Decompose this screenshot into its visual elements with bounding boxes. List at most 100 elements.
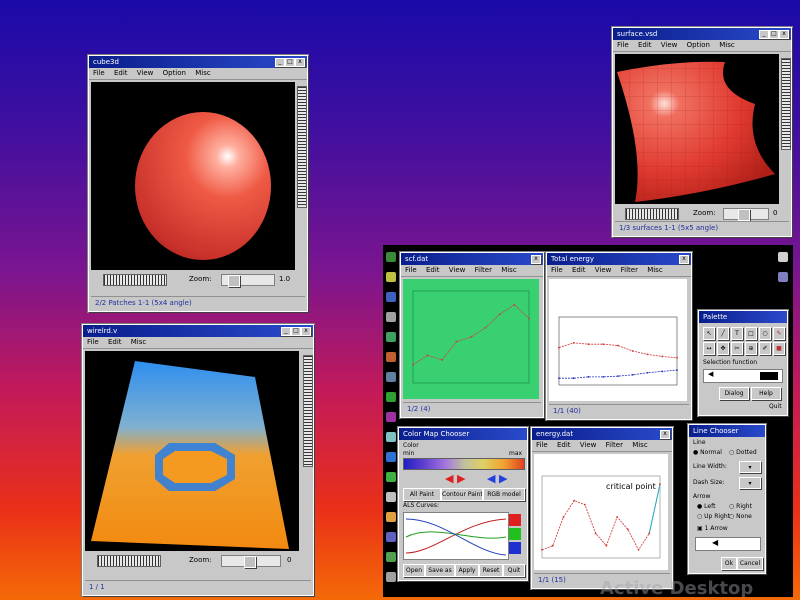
menu-edit[interactable]: Edit: [557, 441, 571, 449]
red-channel-swatch[interactable]: [509, 514, 521, 526]
menu-view[interactable]: View: [595, 266, 612, 274]
close-button[interactable]: x: [679, 255, 689, 264]
zoom-ruler[interactable]: [103, 274, 167, 286]
dialog-button[interactable]: Dialog: [719, 387, 749, 400]
cancel-button[interactable]: Cancel: [737, 557, 763, 570]
window-line-chooser[interactable]: Line Chooser Line ● Normal ○ Dotted Line…: [688, 424, 766, 574]
quit-label[interactable]: Quit: [769, 403, 782, 410]
desktop-icon[interactable]: [386, 492, 396, 502]
maximize-button[interactable]: □: [285, 58, 295, 67]
close-button[interactable]: x: [295, 58, 305, 67]
desktop-icon[interactable]: [386, 412, 396, 422]
desktop-icon[interactable]: [778, 252, 788, 262]
desktop-icon[interactable]: [386, 572, 396, 582]
title-bar[interactable]: cube3d _ □ x: [89, 56, 307, 68]
canvas-3d[interactable]: [91, 82, 295, 270]
menu-option[interactable]: Option: [687, 41, 710, 49]
quit-button[interactable]: Quit: [503, 564, 525, 577]
window-critical-plot[interactable]: energy.dat x File Edit View Filter Misc …: [531, 427, 673, 589]
menu-filter[interactable]: Filter: [475, 266, 492, 274]
minimize-button[interactable]: _: [759, 30, 769, 39]
tool-select-icon[interactable]: ↖: [703, 327, 715, 340]
dash-size-select[interactable]: ▾: [739, 477, 761, 489]
window-cube3d[interactable]: cube3d _ □ x File Edit View Option Misc …: [88, 55, 308, 312]
plot-area[interactable]: [403, 279, 539, 399]
close-button[interactable]: x: [301, 327, 311, 336]
save-as-button[interactable]: Save as: [425, 564, 455, 577]
menu-option[interactable]: Option: [163, 69, 186, 77]
window-colormap[interactable]: Color Map Chooser Color min max ◀ ▶ ◀ ▶ …: [398, 427, 528, 581]
open-button[interactable]: Open: [403, 564, 425, 577]
menu-misc[interactable]: Misc: [501, 266, 516, 274]
minimize-button[interactable]: _: [275, 58, 285, 67]
menu-file[interactable]: File: [87, 338, 99, 346]
window-white-plot[interactable]: Total energy x File Edit View Filter Mis…: [546, 252, 692, 420]
menu-misc[interactable]: Misc: [632, 441, 647, 449]
ok-button[interactable]: Ok: [721, 557, 737, 570]
menu-view[interactable]: View: [449, 266, 466, 274]
radio-arrow-up-right[interactable]: ○ Up Right: [697, 513, 730, 520]
vertical-scroll-ruler[interactable]: [303, 355, 313, 467]
tool-pen-icon[interactable]: ✐: [759, 342, 771, 355]
menu-edit[interactable]: Edit: [638, 41, 652, 49]
menu-misc[interactable]: Misc: [131, 338, 146, 346]
desktop-icon[interactable]: [386, 272, 396, 282]
zoom-ruler[interactable]: [625, 208, 679, 220]
title-bar[interactable]: energy.dat x: [532, 428, 672, 440]
close-button[interactable]: x: [779, 30, 789, 39]
menu-filter[interactable]: Filter: [621, 266, 638, 274]
window-wirelrd[interactable]: wirelrd.v _ □ x File Edit Misc Zoom: 0 1…: [82, 324, 314, 596]
title-bar[interactable]: Line Chooser: [689, 425, 765, 437]
desktop-icon[interactable]: [386, 532, 396, 542]
vertical-scroll-ruler[interactable]: [297, 86, 307, 208]
radio-arrow-left[interactable]: ● Left: [697, 503, 715, 510]
title-bar[interactable]: Palette: [699, 311, 787, 323]
zoom-ruler[interactable]: [97, 555, 161, 567]
tool-cut-icon[interactable]: ✂: [731, 342, 743, 355]
tool-fill-icon[interactable]: ✎: [773, 327, 785, 340]
title-bar[interactable]: Color Map Chooser: [399, 428, 527, 440]
menu-edit[interactable]: Edit: [114, 69, 128, 77]
zoom-slider[interactable]: [221, 274, 275, 287]
menu-edit[interactable]: Edit: [426, 266, 440, 274]
green-channel-swatch[interactable]: [509, 528, 521, 540]
desktop-icon[interactable]: [386, 472, 396, 482]
desktop-icon[interactable]: [386, 352, 396, 362]
desktop-icon[interactable]: [386, 292, 396, 302]
menu-edit[interactable]: Edit: [572, 266, 586, 274]
window-surface[interactable]: surface.vsd _ □ x File Edit View Option …: [612, 27, 792, 237]
reset-button[interactable]: Reset: [479, 564, 503, 577]
selection-field[interactable]: ◀: [703, 369, 783, 383]
tool-circle-icon[interactable]: ○: [759, 327, 771, 340]
desktop-icon[interactable]: [386, 392, 396, 402]
desktop-icon[interactable]: [386, 432, 396, 442]
zoom-slider[interactable]: [221, 555, 281, 568]
desktop-icon[interactable]: [778, 272, 788, 282]
plot-area[interactable]: [549, 279, 687, 401]
tab-contour-paint[interactable]: Contour Paint: [441, 488, 483, 501]
tool-color-icon[interactable]: ■: [773, 342, 785, 355]
title-bar[interactable]: surface.vsd _ □ x: [613, 28, 791, 40]
curve-editor[interactable]: [403, 512, 509, 560]
radio-arrow-right[interactable]: ○ Right: [729, 503, 752, 510]
title-bar[interactable]: scf.dat x: [401, 253, 543, 265]
tool-arrow-icon[interactable]: ↔: [703, 342, 715, 355]
tab-all-paint[interactable]: All Paint: [403, 488, 441, 501]
maximize-button[interactable]: □: [769, 30, 779, 39]
close-button[interactable]: x: [660, 430, 670, 439]
desktop-icon[interactable]: [386, 332, 396, 342]
canvas-3d[interactable]: [615, 54, 779, 204]
radio-arrow-none[interactable]: ○ None: [729, 513, 752, 520]
menu-view[interactable]: View: [580, 441, 597, 449]
arrow-count-option[interactable]: ▣ 1 Arrow: [697, 525, 728, 532]
help-button[interactable]: Help: [751, 387, 781, 400]
desktop-icon[interactable]: [386, 372, 396, 382]
tool-line-icon[interactable]: ╱: [717, 327, 729, 340]
menu-file[interactable]: File: [405, 266, 417, 274]
apply-button[interactable]: Apply: [455, 564, 479, 577]
tab-rgb-model[interactable]: RGB model: [483, 488, 525, 501]
radio-normal[interactable]: ● Normal: [693, 449, 722, 456]
colormap-gradient[interactable]: [403, 458, 525, 470]
menu-misc[interactable]: Misc: [719, 41, 734, 49]
minimize-button[interactable]: _: [281, 327, 291, 336]
